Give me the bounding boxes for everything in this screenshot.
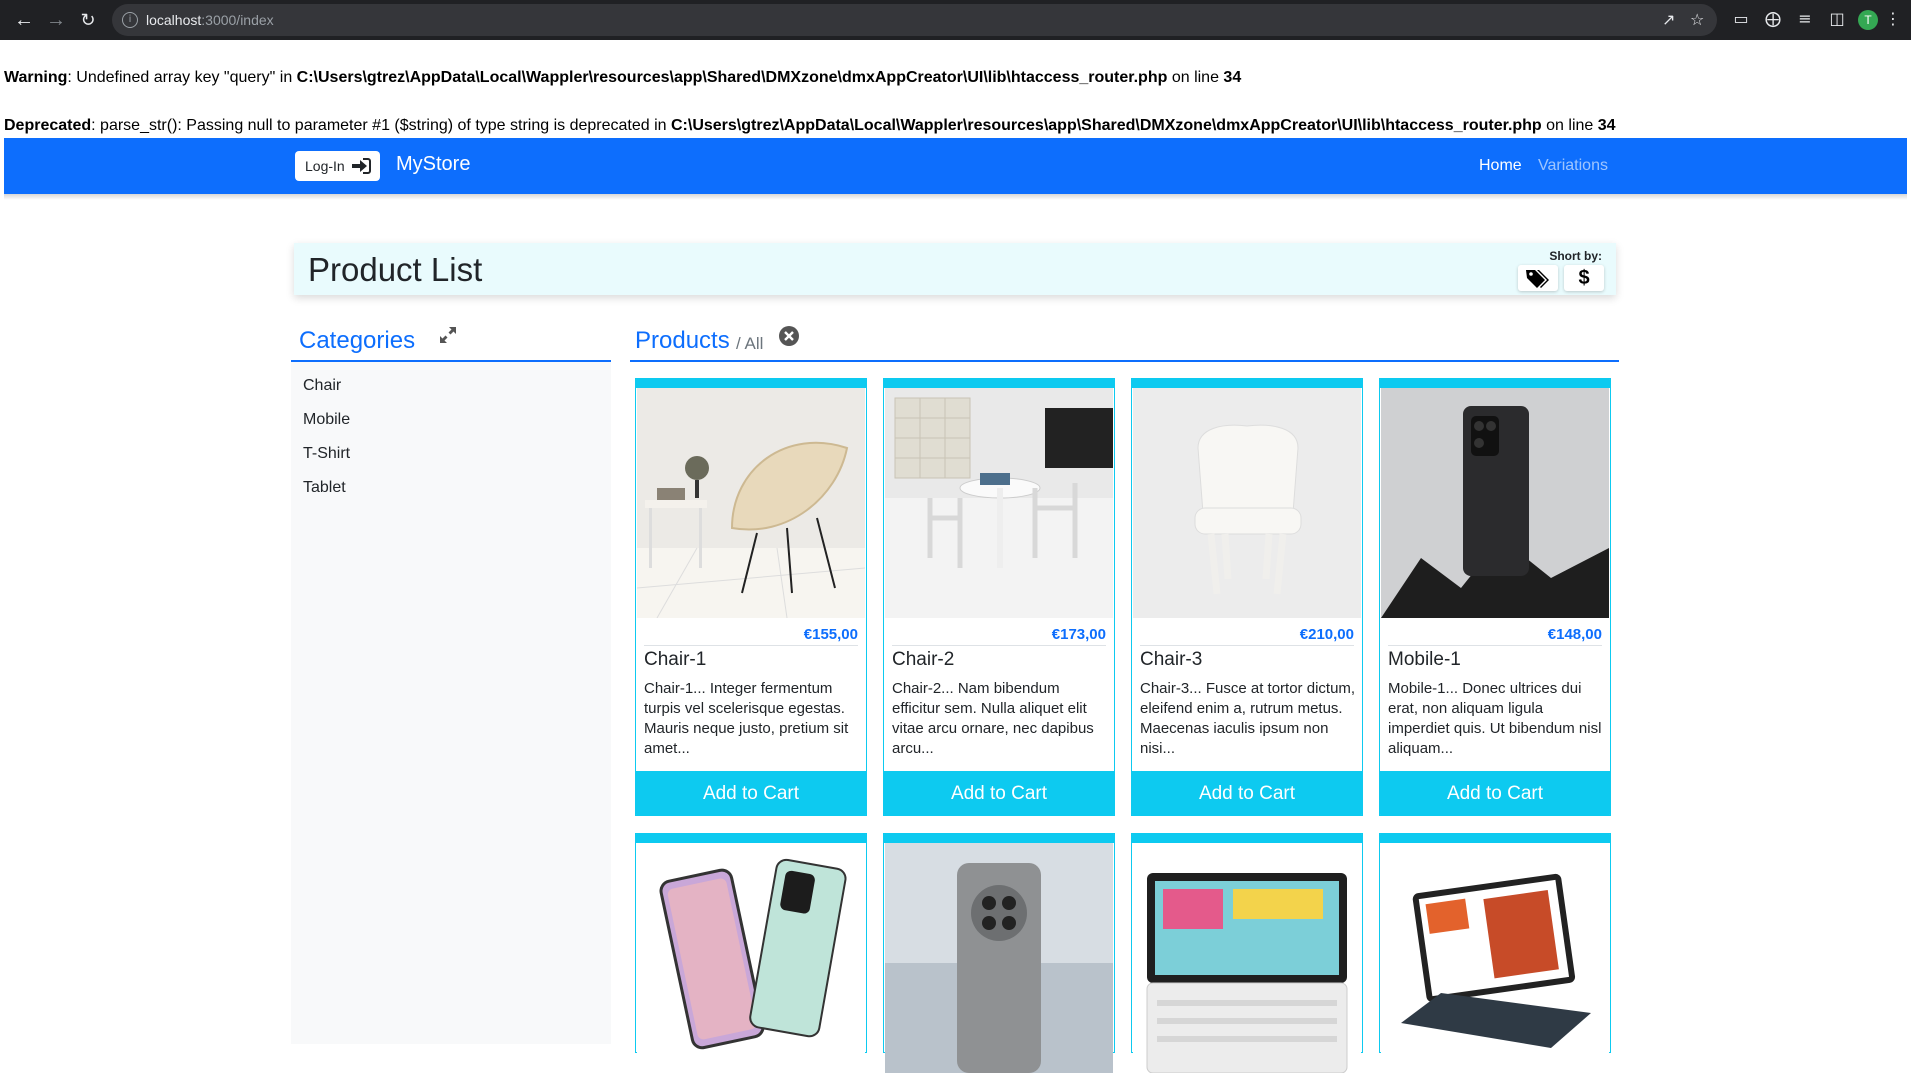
share-icon[interactable]: ↗ xyxy=(1662,10,1675,29)
product-price: €210,00 xyxy=(1299,626,1354,643)
tags-icon xyxy=(1526,270,1549,288)
product-list-header: Product List Short by: $ xyxy=(294,243,1616,295)
card-accent-bar xyxy=(883,378,1115,388)
product-image[interactable] xyxy=(637,843,865,1073)
product-card: €173,00 Chair-2 Chair-2... Nam bibendum … xyxy=(883,378,1115,816)
product-image[interactable] xyxy=(885,843,1113,1073)
product-price: €155,00 xyxy=(803,626,858,643)
add-to-cart-button[interactable]: Add to Cart xyxy=(635,771,867,816)
reload-icon[interactable]: ↻ xyxy=(76,8,100,32)
categories-panel: Chair Mobile T-Shirt Tablet xyxy=(291,362,611,1044)
card-accent-bar xyxy=(1379,833,1611,843)
add-to-cart-button[interactable]: Add to Cart xyxy=(1131,771,1363,816)
card-accent-bar xyxy=(635,833,867,843)
divider xyxy=(1388,645,1602,646)
product-name[interactable]: Chair-3 xyxy=(1140,649,1202,671)
category-item[interactable]: Mobile xyxy=(303,411,350,429)
dollar-icon: $ xyxy=(1578,267,1590,289)
product-card: €148,00 Mobile-1 Mobile-1... Donec ultri… xyxy=(1379,378,1611,816)
sort-by-name-button[interactable] xyxy=(1518,265,1558,291)
forward-icon[interactable]: → xyxy=(44,8,68,32)
products-filter-label: / All xyxy=(736,334,764,353)
product-image[interactable] xyxy=(1381,843,1609,1073)
categories-header: Categories xyxy=(291,322,611,362)
product-price: €148,00 xyxy=(1547,626,1602,643)
php-deprecated: Deprecated: parse_str(): Passing null to… xyxy=(4,117,1616,134)
page-title: Product List xyxy=(308,251,483,288)
product-card: €210,00 Chair-3 Chair-3... Fusce at tort… xyxy=(1131,378,1363,816)
profile-avatar[interactable]: T xyxy=(1858,10,1878,30)
product-description: Chair-2... Nam bibendum efficitur sem. N… xyxy=(892,680,1094,757)
navbar-shadow xyxy=(4,194,1907,200)
top-navbar: Log-In MyStore Home Variations xyxy=(4,138,1907,194)
product-description: Mobile-1... Donec ultrices dui erat, non… xyxy=(1388,680,1602,757)
product-card xyxy=(883,833,1115,1073)
login-label: Log-In xyxy=(305,158,345,174)
product-description: Chair-1... Integer fermentum turpis vel … xyxy=(644,680,849,757)
php-warning: Warning: Undefined array key "query" in … xyxy=(4,69,1242,86)
category-item[interactable]: Tablet xyxy=(303,479,346,497)
product-image[interactable] xyxy=(1381,388,1609,618)
extension-doc-icon[interactable]: ▭ xyxy=(1730,8,1752,30)
address-bar[interactable]: i localhost:3000/index ↗ ☆ xyxy=(112,4,1717,36)
product-card: €155,00 Chair-1 Chair-1... Integer ferme… xyxy=(635,378,867,816)
back-icon[interactable]: ← xyxy=(12,8,36,32)
category-item[interactable]: Chair xyxy=(303,377,341,395)
expand-icon[interactable] xyxy=(438,325,458,345)
add-to-cart-button[interactable]: Add to Cart xyxy=(883,771,1115,816)
extensions-puzzle-icon[interactable]: ⨁ xyxy=(1762,8,1784,30)
products-header: Products / All xyxy=(630,322,1619,362)
product-image[interactable] xyxy=(885,388,1113,618)
product-name[interactable]: Mobile-1 xyxy=(1388,649,1461,671)
product-name[interactable]: Chair-2 xyxy=(892,649,954,671)
sort-label: Short by: xyxy=(1549,249,1602,263)
card-accent-bar xyxy=(1131,378,1363,388)
browser-menu-icon[interactable]: ⋮ xyxy=(1882,8,1904,30)
categories-title: Categories xyxy=(299,327,416,354)
product-image[interactable] xyxy=(637,388,865,618)
product-image[interactable] xyxy=(1133,843,1361,1073)
product-image[interactable] xyxy=(1133,388,1361,618)
clear-filter-icon[interactable] xyxy=(778,325,800,347)
site-info-icon[interactable]: i xyxy=(122,12,138,28)
divider xyxy=(892,645,1106,646)
divider xyxy=(1140,645,1354,646)
card-accent-bar xyxy=(1131,833,1363,843)
product-card xyxy=(1379,833,1611,1073)
nav-variations[interactable]: Variations xyxy=(1538,157,1608,175)
card-accent-bar xyxy=(883,833,1115,843)
brand[interactable]: MyStore xyxy=(396,153,470,176)
product-card xyxy=(635,833,867,1073)
divider xyxy=(644,645,858,646)
card-accent-bar xyxy=(635,378,867,388)
category-item[interactable]: T-Shirt xyxy=(303,445,350,463)
login-button[interactable]: Log-In xyxy=(295,151,380,181)
product-price: €173,00 xyxy=(1051,626,1106,643)
reading-list-icon[interactable]: ≡ xyxy=(1794,8,1816,30)
products-title: Products xyxy=(635,327,730,354)
url-text[interactable]: localhost:3000/index xyxy=(146,12,274,28)
sign-in-icon xyxy=(352,158,371,174)
browser-toolbar: ← → ↻ i localhost:3000/index ↗ ☆ ▭ ⨁ ≡ ◫… xyxy=(0,0,1911,40)
side-panel-icon[interactable]: ◫ xyxy=(1826,8,1848,30)
sort-by-price-button[interactable]: $ xyxy=(1564,265,1604,291)
product-description: Chair-3... Fusce at tortor dictum, eleif… xyxy=(1140,680,1356,757)
card-accent-bar xyxy=(1379,378,1611,388)
product-name[interactable]: Chair-1 xyxy=(644,649,706,671)
product-card xyxy=(1131,833,1363,1073)
nav-home[interactable]: Home xyxy=(1479,157,1522,175)
add-to-cart-button[interactable]: Add to Cart xyxy=(1379,771,1611,816)
bookmark-star-icon[interactable]: ☆ xyxy=(1690,10,1704,29)
